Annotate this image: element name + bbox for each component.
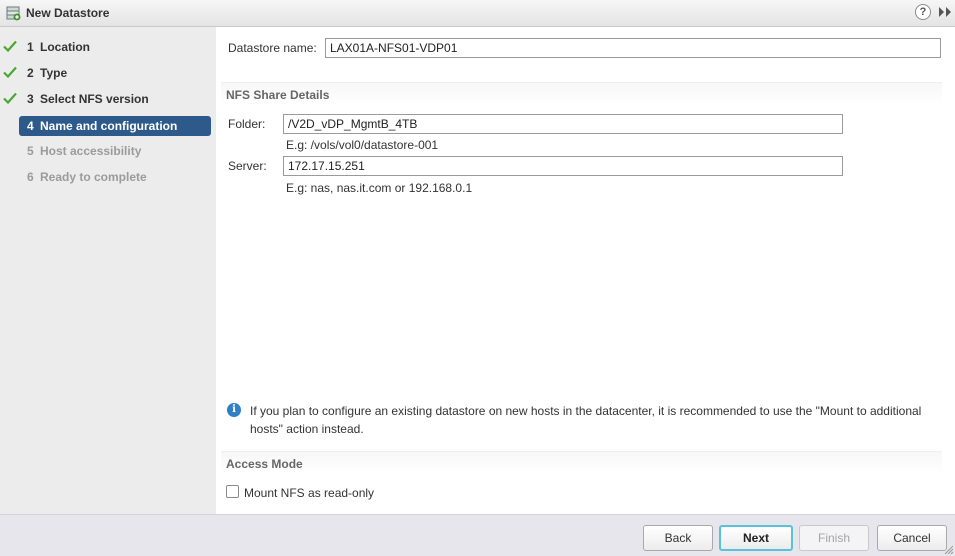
check-icon <box>3 66 17 78</box>
step-label: Name and configuration <box>40 119 178 133</box>
step-number: 3 <box>27 92 34 106</box>
wizard-content: Datastore name: NFS Share Details Folder… <box>216 27 955 514</box>
nfs-share-details-header: NFS Share Details <box>221 82 942 105</box>
wizard-steps-sidebar: 1 Location 2 Type 3 Select NFS version 4… <box>0 27 216 514</box>
step-label: Type <box>40 66 68 80</box>
step-label: Select NFS version <box>40 92 149 106</box>
step-number: 1 <box>27 40 34 54</box>
datastore-name-input[interactable] <box>325 38 941 58</box>
step-label: Ready to complete <box>40 170 147 184</box>
back-button[interactable]: Back <box>643 525 713 551</box>
wizard-step-select-nfs-version[interactable]: 3 Select NFS version <box>0 89 216 109</box>
double-chevron-right-icon[interactable] <box>937 6 953 18</box>
dialog-title: New Datastore <box>26 6 110 20</box>
info-message: If you plan to configure an existing dat… <box>250 404 922 436</box>
step-number: 4 <box>27 119 34 133</box>
next-button[interactable]: Next <box>719 525 793 551</box>
access-mode-header: Access Mode <box>221 451 942 474</box>
wizard-step-host-accessibility: 5 Host accessibility <box>0 141 216 161</box>
folder-input[interactable] <box>283 114 843 134</box>
section-title: NFS Share Details <box>226 88 330 102</box>
server-label: Server: <box>228 159 267 173</box>
step-number: 5 <box>27 144 34 158</box>
step-number: 6 <box>27 170 34 184</box>
finish-button: Finish <box>799 525 869 551</box>
folder-hint: E.g: /vols/vol0/datastore-001 <box>286 138 439 152</box>
dialog-titlebar: New Datastore ? <box>0 0 955 27</box>
wizard-step-location[interactable]: 1 Location <box>0 37 216 57</box>
help-icon[interactable]: ? <box>915 4 931 20</box>
resize-grip-icon[interactable] <box>944 545 954 555</box>
step-label: Host accessibility <box>40 144 142 158</box>
wizard-step-name-and-configuration[interactable]: 4 Name and configuration <box>0 116 216 136</box>
readonly-checkbox-label[interactable]: Mount NFS as read-only <box>244 486 374 500</box>
datastore-name-label: Datastore name: <box>228 41 317 55</box>
folder-label: Folder: <box>228 117 266 131</box>
wizard-step-type[interactable]: 2 Type <box>0 63 216 83</box>
section-title: Access Mode <box>226 457 303 471</box>
cancel-button[interactable]: Cancel <box>877 525 947 551</box>
readonly-checkbox[interactable] <box>226 485 239 498</box>
info-icon: i <box>227 403 241 417</box>
check-icon <box>3 40 17 52</box>
wizard-footer: Back Next Finish Cancel <box>0 514 955 556</box>
check-icon <box>3 92 17 104</box>
step-label: Location <box>40 40 90 54</box>
datastore-icon <box>6 6 21 21</box>
wizard-step-ready-to-complete: 6 Ready to complete <box>0 167 216 187</box>
step-number: 2 <box>27 66 34 80</box>
server-hint: E.g: nas, nas.it.com or 192.168.0.1 <box>286 181 473 195</box>
server-input[interactable] <box>283 156 843 176</box>
